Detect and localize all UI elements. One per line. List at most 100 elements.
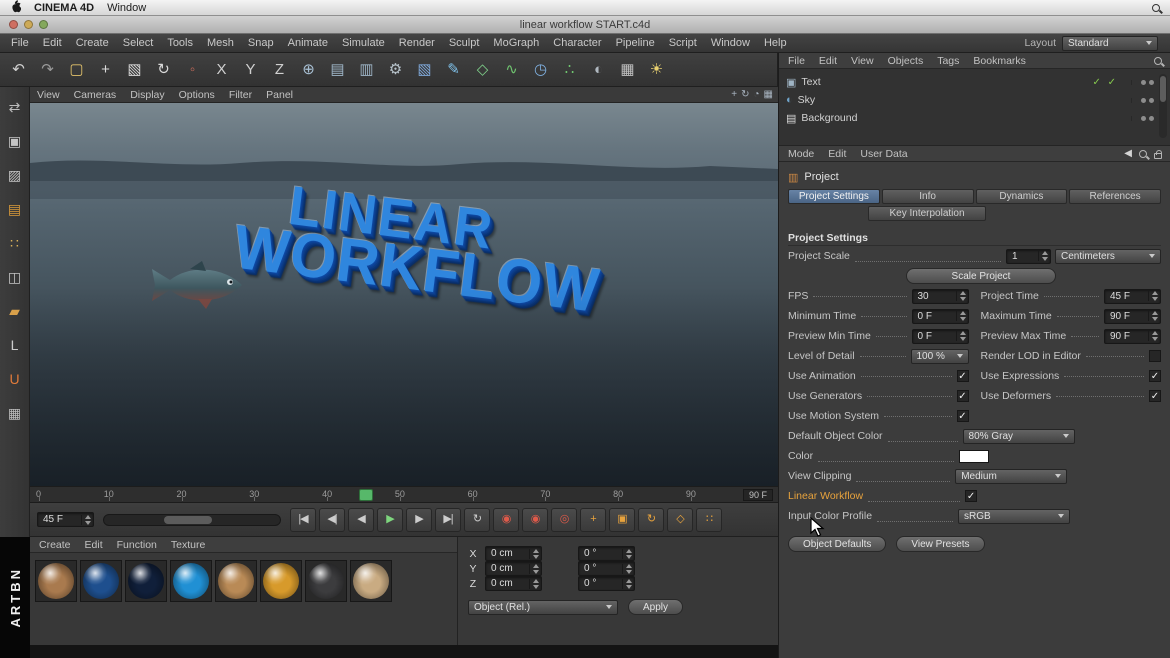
window-controls[interactable] — [9, 20, 48, 29]
search-icon[interactable] — [1154, 57, 1162, 65]
last-tool-icon[interactable]: ◦ — [179, 56, 206, 83]
redo-icon[interactable]: ↷ — [34, 56, 61, 83]
viewport-menu-item[interactable]: Cameras — [67, 89, 124, 101]
time-icon[interactable]: ◷ — [527, 56, 554, 83]
record-keyframe-button[interactable]: ◉ — [493, 508, 519, 532]
menu-item[interactable]: File — [4, 37, 36, 49]
render-picture-viewer-icon[interactable]: ▥ — [353, 56, 380, 83]
add-spline-icon[interactable]: ✎ — [440, 56, 467, 83]
mograph-icon[interactable]: ∴ — [556, 56, 583, 83]
rotate-tool-icon[interactable]: ↻ — [150, 56, 177, 83]
points-mode-icon[interactable]: ∷ — [3, 231, 27, 255]
menu-item[interactable]: Simulate — [335, 37, 392, 49]
scale-project-button[interactable]: Scale Project — [906, 268, 1056, 284]
material-bronze[interactable] — [35, 560, 77, 602]
polygons-mode-icon[interactable]: ▰ — [3, 299, 27, 323]
camera-icon[interactable]: ▦ — [614, 56, 641, 83]
linear-workflow-checkbox[interactable]: ✓ — [965, 490, 977, 502]
rotate-view-icon[interactable]: ↻ — [741, 89, 749, 100]
material-planet[interactable] — [215, 560, 257, 602]
snap-icon[interactable]: U — [3, 367, 27, 391]
attribute-menu-item[interactable]: Mode — [781, 148, 821, 160]
timeline-ruler[interactable]: 0102030405060708090 90 F — [30, 486, 778, 503]
make-editable-icon[interactable]: ⇄ — [3, 95, 27, 119]
next-frame-button[interactable]: ▶ — [406, 508, 432, 532]
environment-icon[interactable]: ◐ — [585, 56, 612, 83]
current-frame-field[interactable]: 45 F — [37, 512, 94, 527]
record-parameter-button[interactable]: ◇ — [667, 508, 693, 532]
object-manager-menu-item[interactable]: Edit — [812, 55, 844, 67]
project-time-field[interactable]: 45 F — [1104, 289, 1161, 304]
scale-tool-icon[interactable]: ▧ — [121, 56, 148, 83]
timeline-playhead[interactable] — [359, 489, 373, 501]
tab-dynamics[interactable]: Dynamics — [976, 189, 1068, 204]
use-expressions-checkbox[interactable]: ✓ — [1149, 370, 1161, 382]
preview-min-time-field[interactable]: 0 F — [912, 329, 969, 344]
menu-item[interactable]: Sculpt — [442, 37, 487, 49]
object-manager-menu-item[interactable]: File — [781, 55, 812, 67]
minimum-time-field[interactable]: 0 F — [912, 309, 969, 324]
menu-item[interactable]: Mesh — [200, 37, 241, 49]
workplane-mode-icon[interactable]: ▤ — [3, 197, 27, 221]
model-mode-icon[interactable]: ▣ — [3, 129, 27, 153]
edges-mode-icon[interactable]: ◫ — [3, 265, 27, 289]
macos-menu-window[interactable]: Window — [107, 2, 146, 14]
timeline-range-slider[interactable] — [103, 514, 281, 526]
use-deformers-checkbox[interactable]: ✓ — [1149, 390, 1161, 402]
live-selection-icon[interactable]: ▢ — [63, 56, 90, 83]
preview-max-time-field[interactable]: 90 F — [1104, 329, 1161, 344]
fps-field[interactable]: 30 — [912, 289, 969, 304]
previous-key-button[interactable]: ◀| — [319, 508, 345, 532]
menu-item[interactable]: Edit — [36, 37, 69, 49]
attribute-search-icon[interactable] — [1139, 150, 1147, 158]
menu-item[interactable]: Render — [392, 37, 442, 49]
lock-z-axis-icon[interactable]: Z — [266, 56, 293, 83]
record-position-button[interactable]: + — [580, 508, 606, 532]
object-defaults-button[interactable]: Object Defaults — [788, 536, 886, 552]
coordinate-system-icon[interactable]: ⊕ — [295, 56, 322, 83]
enable-axis-icon[interactable]: L — [3, 333, 27, 357]
record-rotation-button[interactable]: ↻ — [638, 508, 664, 532]
menu-item[interactable]: Script — [662, 37, 704, 49]
autokey-button[interactable]: ◉ — [522, 508, 548, 532]
use-motion-system-checkbox[interactable]: ✓ — [957, 410, 969, 422]
play-button[interactable]: ▶ — [377, 508, 403, 532]
view-clipping-dropdown[interactable]: Medium — [955, 469, 1067, 484]
record-scale-button[interactable]: ▣ — [609, 508, 635, 532]
viewport-menu-item[interactable]: Display — [123, 89, 171, 101]
use-generators-checkbox[interactable]: ✓ — [957, 390, 969, 402]
undo-icon[interactable]: ↶ — [5, 56, 32, 83]
macos-app-name[interactable]: CINEMA 4D — [34, 2, 94, 14]
view-presets-button[interactable]: View Presets — [896, 536, 984, 552]
visibility-dots[interactable] — [1131, 98, 1154, 103]
goto-start-button[interactable]: |◀ — [290, 508, 316, 532]
menu-item[interactable]: Snap — [241, 37, 281, 49]
menu-item[interactable]: Pipeline — [609, 37, 662, 49]
coordinate-mode-dropdown[interactable]: Object (Rel.) — [468, 600, 618, 615]
lock-icon[interactable] — [1154, 153, 1162, 159]
tab-project-settings[interactable]: Project Settings — [788, 189, 880, 204]
keyframe-selection-button[interactable]: ◎ — [551, 508, 577, 532]
material-marble[interactable] — [350, 560, 392, 602]
object-manager-menu-item[interactable]: Tags — [930, 55, 966, 67]
rotation-field[interactable]: 0 ° — [578, 546, 635, 561]
material-menu-item[interactable]: Function — [110, 539, 164, 551]
menu-item[interactable]: Create — [69, 37, 116, 49]
material-menu-item[interactable]: Edit — [78, 539, 110, 551]
material-menu-item[interactable]: Create — [32, 539, 78, 551]
object-manager-menu-item[interactable]: View — [844, 55, 881, 67]
render-lod-checkbox[interactable] — [1149, 350, 1161, 362]
toggle-view-icon[interactable]: ▦ — [764, 89, 773, 100]
apply-button[interactable]: Apply — [628, 599, 683, 615]
range-slider-handle[interactable] — [164, 516, 212, 524]
level-of-detail-dropdown[interactable]: 100 % — [911, 349, 969, 364]
object-row[interactable]: ◐ Sky — [786, 91, 1154, 109]
color-swatch[interactable] — [959, 450, 989, 463]
add-primitive-icon[interactable]: ▧ — [411, 56, 438, 83]
input-color-profile-dropdown[interactable]: sRGB — [958, 509, 1070, 524]
rotation-field[interactable]: 0 ° — [578, 561, 635, 576]
position-field[interactable]: 0 cm — [485, 576, 542, 591]
visibility-dots[interactable] — [1131, 116, 1154, 121]
menu-item[interactable]: Select — [116, 37, 161, 49]
add-deformer-icon[interactable]: ∿ — [498, 56, 525, 83]
